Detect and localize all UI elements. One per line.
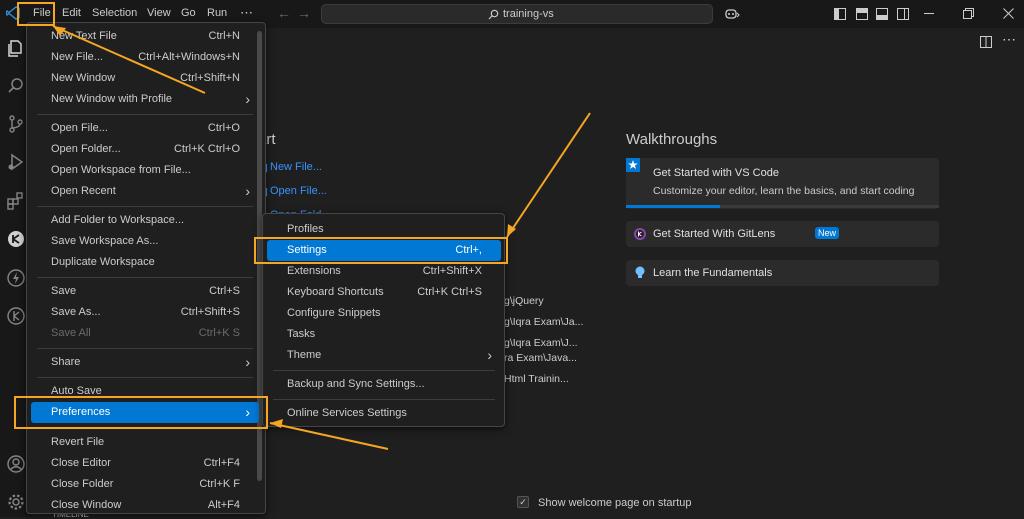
arrow-to-settings: [506, 112, 591, 238]
arrow-to-preferences: [269, 422, 389, 450]
arrowhead-preferences-icon: [270, 419, 283, 428]
arrow-to-file-menu: [52, 25, 206, 94]
annotation-arrows: [52, 25, 591, 450]
